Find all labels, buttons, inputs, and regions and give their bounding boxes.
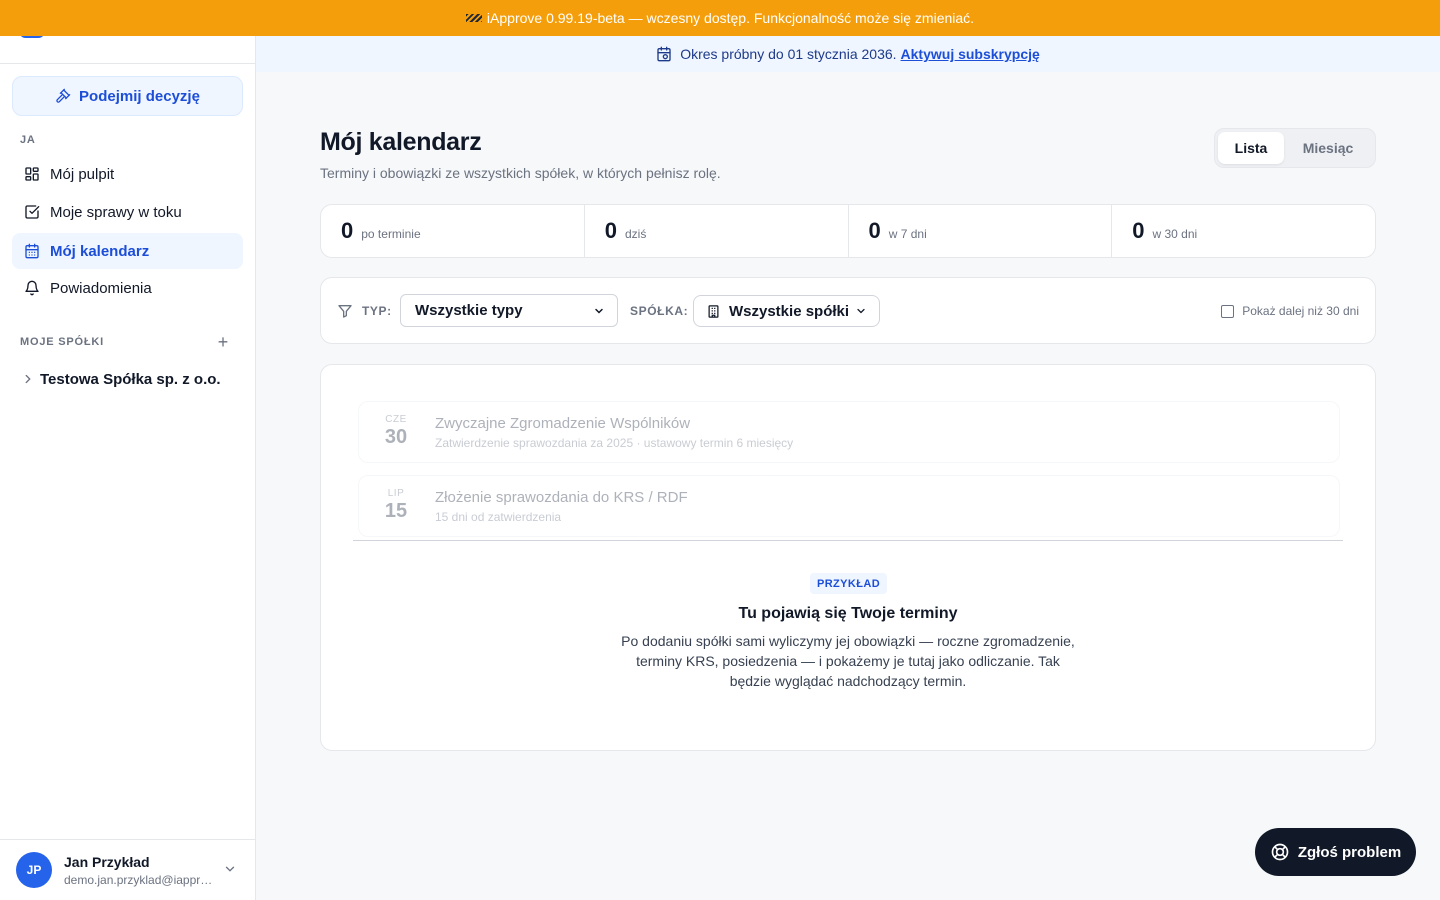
sidebar-item-notifications[interactable]: Powiadomienia <box>12 270 243 306</box>
filter-icon <box>338 305 352 318</box>
checkbox-icon <box>25 205 40 219</box>
event-date: CZE 30 <box>371 414 421 449</box>
show-further-toggle[interactable]: Pokaż dalej niż 30 dni <box>1221 304 1359 318</box>
sidebar-item-dashboard[interactable]: Mój pulpit <box>12 156 243 192</box>
dashboard-icon <box>25 167 39 181</box>
page-title: Mój kalendarz <box>320 128 482 156</box>
event-date: LIP 15 <box>371 488 421 523</box>
view-toggle: Lista Miesiąc <box>1214 128 1376 168</box>
type-filter-label: TYP: <box>362 304 392 318</box>
event-title: Złożenie sprawozdania do KRS / RDF <box>435 489 688 506</box>
bell-icon <box>25 280 39 296</box>
type-select[interactable]: Wszystkie typy <box>400 294 618 327</box>
show-further-checkbox[interactable] <box>1221 304 1235 318</box>
sidebar-item-label: Moje sprawy w toku <box>50 203 182 221</box>
lifebuoy-icon <box>1271 843 1289 861</box>
company-select-value: Wszystkie spółki <box>729 302 850 320</box>
calendar-empty-state: CZE 30 Zwyczajne Zgromadzenie Wspólników… <box>320 364 1376 751</box>
stat-overdue: 0 po terminie <box>321 205 585 257</box>
company-select[interactable]: Wszystkie spółki <box>693 295 880 327</box>
event-day: 15 <box>384 500 408 522</box>
sidebar-item-cases[interactable]: Moje sprawy w toku <box>12 194 243 230</box>
sidebar: iApprove Podejmij decyzję JA Mój pulpit … <box>0 0 256 900</box>
stat-today: 0 dziś <box>585 205 849 257</box>
event-month: CZE <box>385 414 407 425</box>
stat-label: dziś <box>625 227 647 241</box>
decide-button[interactable]: Podejmij decyzję <box>12 76 243 116</box>
user-name: Jan Przykład <box>64 853 150 870</box>
avatar: JP <box>16 852 52 888</box>
preview-event-row: CZE 30 Zwyczajne Zgromadzenie Wspólników… <box>358 401 1340 463</box>
stat-value: 0 <box>1132 218 1145 243</box>
view-toggle-list[interactable]: Lista <box>1218 132 1284 164</box>
event-detail: Zatwierdzenie sprawozdania za 2025 · ust… <box>435 436 794 450</box>
report-problem-label: Zgłoś problem <box>1297 843 1402 861</box>
section-label-companies: MOJE SPÓŁKI <box>20 336 104 348</box>
beta-banner: iApprove 0.99.19-beta — wczesny dostęp. … <box>0 0 1440 36</box>
stat-label: w 30 dni <box>1152 227 1198 241</box>
calendar-icon <box>25 243 39 259</box>
stat-label: po terminie <box>361 227 421 241</box>
chevron-down-icon <box>857 308 865 314</box>
stat-7-days: 0 w 7 dni <box>849 205 1113 257</box>
show-further-label: Pokaż dalej niż 30 dni <box>1242 304 1359 318</box>
page-subtitle: Terminy i obowiązki ze wszystkich spółek… <box>320 165 721 181</box>
stat-30-days: 0 w 30 dni <box>1112 205 1375 257</box>
beta-banner-text: iApprove 0.99.19-beta — wczesny dostęp. … <box>486 10 975 26</box>
building-icon <box>708 304 719 318</box>
chevron-down-icon <box>595 308 603 314</box>
add-company-button[interactable]: + <box>214 333 232 351</box>
sidebar-divider <box>0 63 255 64</box>
event-detail: 15 dni od zatwierdzenia <box>435 510 562 524</box>
empty-state-title: Tu pojawią się Twoje terminy <box>738 605 958 622</box>
user-menu[interactable]: JP Jan Przykład demo.jan.przyklad@iappro… <box>0 839 255 900</box>
sidebar-company-item[interactable]: Testowa Spółka sp. z o.o. <box>12 366 243 392</box>
chevron-down-icon <box>225 866 235 872</box>
decide-button-label: Podejmij decyzję <box>79 87 200 105</box>
stat-label: w 7 dni <box>888 227 927 241</box>
company-filter-label: SPÓŁKA: <box>630 304 689 318</box>
stat-value: 0 <box>341 218 354 243</box>
activate-subscription-link[interactable]: Aktywuj subskrypcję <box>901 46 1040 62</box>
warning-stripes-icon <box>465 14 482 22</box>
chevron-right-icon <box>25 374 31 384</box>
company-name: Testowa Spółka sp. z o.o. <box>40 370 221 388</box>
report-problem-button[interactable]: Zgłoś problem <box>1255 828 1416 876</box>
section-label-me: JA <box>20 134 36 146</box>
example-badge: PRZYKŁAD <box>810 573 887 594</box>
filters-bar: TYP: Wszystkie typy SPÓŁKA: Wszystkie sp… <box>320 277 1376 344</box>
gavel-icon <box>56 88 71 103</box>
view-toggle-month[interactable]: Miesiąc <box>1284 132 1372 164</box>
empty-state-description: Po dodaniu spółki sami wyliczymy jej obo… <box>621 633 1075 689</box>
stats-bar: 0 po terminie 0 dziś 0 w 7 dni 0 w 30 dn… <box>320 204 1376 258</box>
event-month: LIP <box>387 488 405 499</box>
preview-divider <box>353 540 1343 541</box>
trial-banner: Okres próbny do 01 stycznia 2036. Aktywu… <box>256 36 1440 72</box>
type-select-value: Wszystkie typy <box>415 302 523 319</box>
stat-value: 0 <box>604 218 617 243</box>
calendar-clock-icon <box>657 46 671 62</box>
sidebar-item-calendar[interactable]: Mój kalendarz <box>12 233 243 269</box>
trial-banner-text: Okres próbny do 01 stycznia 2036. <box>680 46 897 62</box>
stat-value: 0 <box>868 218 881 243</box>
sidebar-item-label: Powiadomienia <box>50 279 152 297</box>
preview-event-row: LIP 15 Złożenie sprawozdania do KRS / RD… <box>358 475 1340 537</box>
event-day: 30 <box>384 426 408 448</box>
event-title: Zwyczajne Zgromadzenie Wspólników <box>435 415 691 432</box>
user-email: demo.jan.przyklad@iapprove.pl <box>64 872 214 887</box>
sidebar-item-label: Mój pulpit <box>50 165 115 183</box>
sidebar-item-label: Mój kalendarz <box>50 242 150 260</box>
